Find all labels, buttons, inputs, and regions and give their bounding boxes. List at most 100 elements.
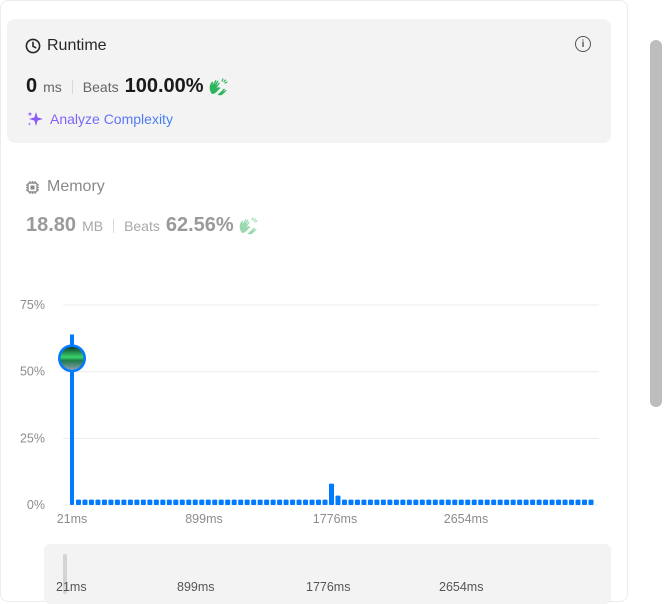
- chart-bar[interactable]: [251, 499, 257, 505]
- chart-bar[interactable]: [471, 499, 477, 505]
- chart-bar[interactable]: [341, 499, 347, 505]
- chart-bar[interactable]: [367, 499, 373, 505]
- chart-bar[interactable]: [393, 499, 399, 505]
- chart-bar[interactable]: [504, 499, 510, 505]
- chart-bar[interactable]: [95, 499, 101, 505]
- chart-bar[interactable]: [406, 499, 412, 505]
- chart-bar[interactable]: [225, 499, 231, 505]
- chart-bar[interactable]: [75, 499, 81, 505]
- chart-bar[interactable]: [205, 499, 211, 505]
- chart-bar[interactable]: [361, 499, 367, 505]
- chart-bar[interactable]: [348, 499, 354, 505]
- chart-bar[interactable]: [380, 499, 386, 505]
- chart-bar[interactable]: [569, 499, 575, 505]
- chart-bar[interactable]: [244, 499, 250, 505]
- chart-bar[interactable]: [257, 499, 263, 505]
- chart-bar[interactable]: [277, 499, 283, 505]
- chart-bar[interactable]: [108, 499, 114, 505]
- chart-bar[interactable]: [543, 499, 549, 505]
- runtime-stats: 0 ms Beats 100.00%: [26, 75, 228, 98]
- x-tick-label: 2654ms: [444, 512, 488, 526]
- chart-bar[interactable]: [556, 499, 562, 505]
- chart-bar[interactable]: [335, 495, 341, 505]
- chart-bar[interactable]: [192, 499, 198, 505]
- chart-bar[interactable]: [510, 499, 516, 505]
- chart-bar[interactable]: [127, 499, 133, 505]
- submission-panel: Runtime i 0 ms Beats 100.00% Analyze Com…: [0, 0, 628, 604]
- chart-bar[interactable]: [484, 499, 490, 505]
- memory-value: 18.80: [26, 214, 77, 236]
- chart-bar[interactable]: [426, 499, 432, 505]
- chart-bar[interactable]: [549, 499, 555, 505]
- runtime-distribution-chart[interactable]: 75% 50% 25% 0% 21ms 899ms 1776ms 2654ms: [1, 291, 621, 531]
- chart-bar[interactable]: [458, 499, 464, 505]
- analyze-complexity-link[interactable]: Analyze Complexity: [26, 110, 173, 128]
- chart-bar[interactable]: [147, 499, 153, 505]
- chart-bar[interactable]: [296, 499, 302, 505]
- range-selector[interactable]: 21ms 899ms 1776ms 2654ms: [44, 544, 611, 604]
- chart-bar[interactable]: [121, 499, 127, 505]
- mini-x-tick-label: 21ms: [56, 580, 87, 594]
- chart-bar[interactable]: [582, 499, 588, 505]
- chart-bar[interactable]: [497, 499, 503, 505]
- chart-bar[interactable]: [575, 499, 581, 505]
- chart-bar[interactable]: [536, 499, 542, 505]
- chart-bar[interactable]: [400, 499, 406, 505]
- chart-bar[interactable]: [290, 499, 296, 505]
- chart-bar[interactable]: [82, 499, 88, 505]
- chart-bar[interactable]: [303, 499, 309, 505]
- chart-bar[interactable]: [445, 499, 451, 505]
- chart-bar[interactable]: [283, 499, 289, 505]
- chart-bar[interactable]: [478, 499, 484, 505]
- analyze-complexity-label: Analyze Complexity: [50, 111, 173, 127]
- memory-stats[interactable]: 18.80 MB Beats 62.56%: [26, 214, 258, 237]
- chart-bar[interactable]: [114, 499, 120, 505]
- chart-bar[interactable]: [452, 499, 458, 505]
- chart-bar[interactable]: [101, 499, 107, 505]
- chart-bar[interactable]: [329, 483, 334, 505]
- scrollbar-thumb[interactable]: [650, 40, 662, 407]
- chart-bar[interactable]: [218, 499, 224, 505]
- chart-bar[interactable]: [562, 499, 568, 505]
- chart-bar[interactable]: [588, 499, 594, 505]
- chart-bar[interactable]: [439, 499, 445, 505]
- chart-bar[interactable]: [316, 499, 322, 505]
- chart-bar[interactable]: [530, 499, 536, 505]
- chart-bar[interactable]: [309, 499, 315, 505]
- chart-bar[interactable]: [186, 499, 192, 505]
- chart-bar[interactable]: [432, 499, 438, 505]
- chart-bar[interactable]: [322, 499, 328, 505]
- chart-bar[interactable]: [264, 499, 270, 505]
- chart-bars[interactable]: [70, 334, 594, 505]
- chart-bar[interactable]: [153, 499, 159, 505]
- chart-bar[interactable]: [199, 499, 205, 505]
- runtime-card[interactable]: Runtime i 0 ms Beats 100.00% Analyze Com…: [7, 19, 611, 143]
- chart-bar[interactable]: [465, 499, 471, 505]
- chart-bar[interactable]: [270, 499, 276, 505]
- chart-bar[interactable]: [523, 499, 529, 505]
- memory-unit: MB: [82, 218, 104, 234]
- x-tick-label: 1776ms: [313, 512, 357, 526]
- chart-bar[interactable]: [491, 499, 497, 505]
- chart-bar[interactable]: [166, 499, 172, 505]
- chart-bar[interactable]: [419, 499, 425, 505]
- chart-bar[interactable]: [354, 499, 360, 505]
- chart-bar[interactable]: [387, 499, 393, 505]
- chart-bar[interactable]: [374, 499, 380, 505]
- chart-bar[interactable]: [238, 499, 244, 505]
- chart-bar[interactable]: [173, 499, 179, 505]
- chart-bar[interactable]: [413, 499, 419, 505]
- chart-bar[interactable]: [212, 499, 218, 505]
- chart-bar[interactable]: [134, 499, 140, 505]
- memory-header[interactable]: Memory: [25, 178, 105, 196]
- y-tick-label: 25%: [20, 431, 45, 445]
- chart-bar[interactable]: [179, 499, 185, 505]
- chart-bar[interactable]: [160, 499, 166, 505]
- chart-bar[interactable]: [88, 499, 94, 505]
- runtime-beats-label: Beats: [82, 79, 119, 95]
- chart-bar[interactable]: [140, 499, 146, 505]
- chart-bar[interactable]: [231, 499, 237, 505]
- mini-x-tick-label: 2654ms: [439, 580, 484, 594]
- info-icon[interactable]: i: [575, 36, 591, 52]
- chart-bar[interactable]: [517, 499, 523, 505]
